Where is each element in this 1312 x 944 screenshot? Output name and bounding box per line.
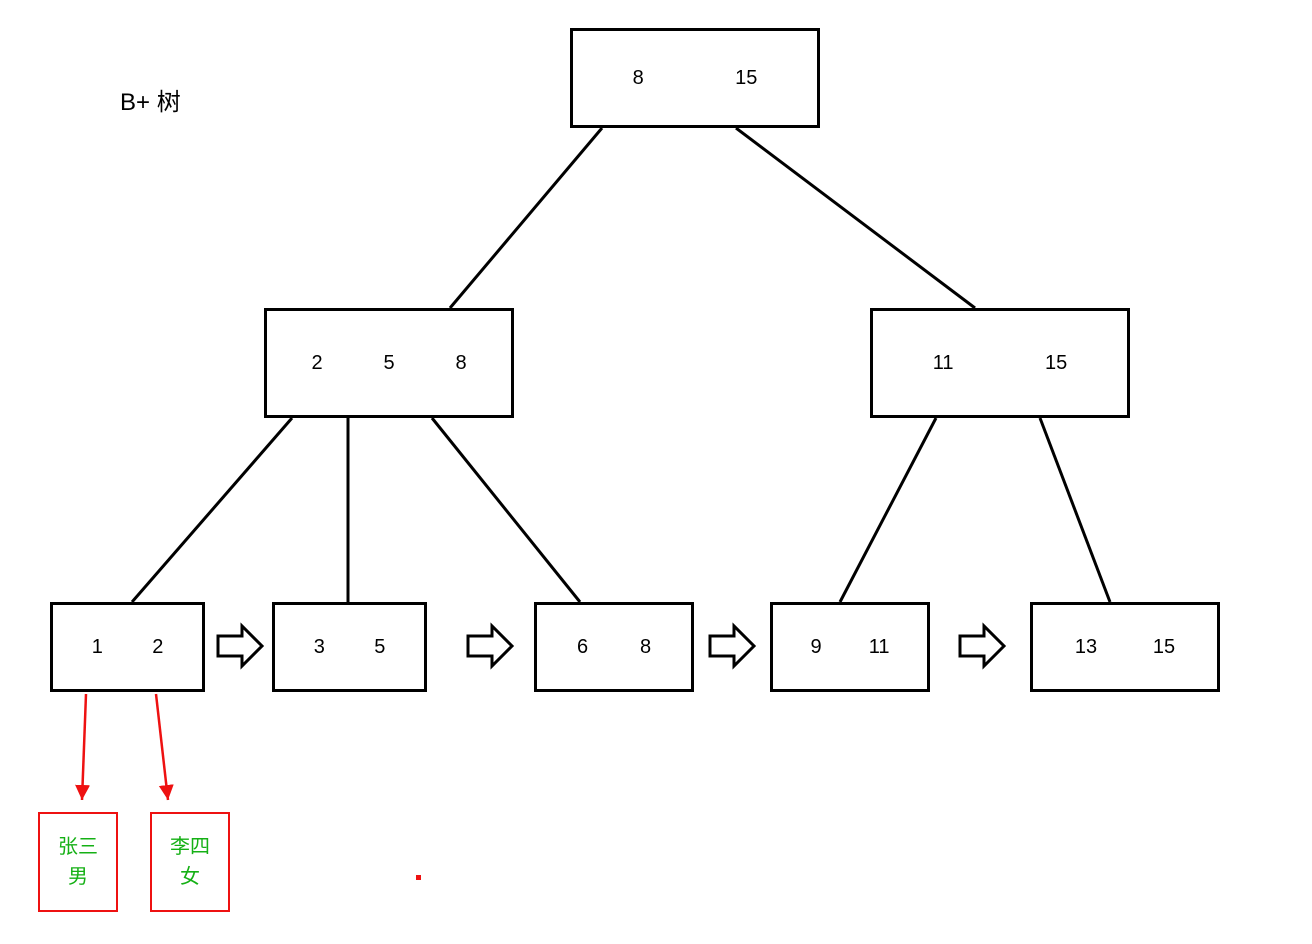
tree-node-leaf: 9 11 [770, 602, 930, 692]
key: 11 [933, 352, 954, 375]
key: 11 [869, 636, 890, 659]
stray-dot [416, 875, 421, 880]
key: 1 [92, 636, 103, 659]
tree-node-leaf: 3 5 [272, 602, 427, 692]
key: 2 [152, 636, 163, 659]
tree-node-leaf: 13 15 [1030, 602, 1220, 692]
key: 8 [633, 67, 644, 90]
leaf-chain-arrow-icon [468, 626, 512, 666]
connectors [0, 0, 1312, 944]
edge [432, 418, 580, 602]
leaf-chain-arrow-icon [218, 626, 262, 666]
edge [450, 128, 602, 308]
tree-node-internal: 11 15 [870, 308, 1130, 418]
key: 9 [811, 636, 822, 659]
tree-node-internal: 2 5 8 [264, 308, 514, 418]
tree-node-root: 8 15 [570, 28, 820, 128]
key: 2 [311, 352, 322, 375]
key: 8 [455, 352, 466, 375]
record-pointer-arrow-icon [82, 694, 86, 800]
key: 8 [640, 636, 651, 659]
tree-node-leaf: 6 8 [534, 602, 694, 692]
key: 15 [1045, 352, 1067, 375]
record-box: 张三 男 [38, 812, 118, 912]
leaf-chain-arrow-icon [710, 626, 754, 666]
edge [840, 418, 936, 602]
record-box: 李四 女 [150, 812, 230, 912]
edge [132, 418, 292, 602]
diagram-title: B+ 树 [120, 82, 181, 117]
key: 3 [314, 636, 325, 659]
tree-node-leaf: 1 2 [50, 602, 205, 692]
key: 5 [383, 352, 394, 375]
key: 13 [1075, 636, 1097, 659]
record-gender: 男 [68, 862, 88, 892]
record-pointer-arrow-icon [156, 694, 168, 800]
leaf-chain-arrow-icon [960, 626, 1004, 666]
record-name: 李四 [170, 832, 210, 862]
key: 15 [735, 67, 757, 90]
edge [1040, 418, 1110, 602]
key: 6 [577, 636, 588, 659]
record-name: 张三 [58, 832, 98, 862]
key: 15 [1153, 636, 1175, 659]
edge [736, 128, 975, 308]
key: 5 [374, 636, 385, 659]
record-gender: 女 [180, 862, 200, 892]
